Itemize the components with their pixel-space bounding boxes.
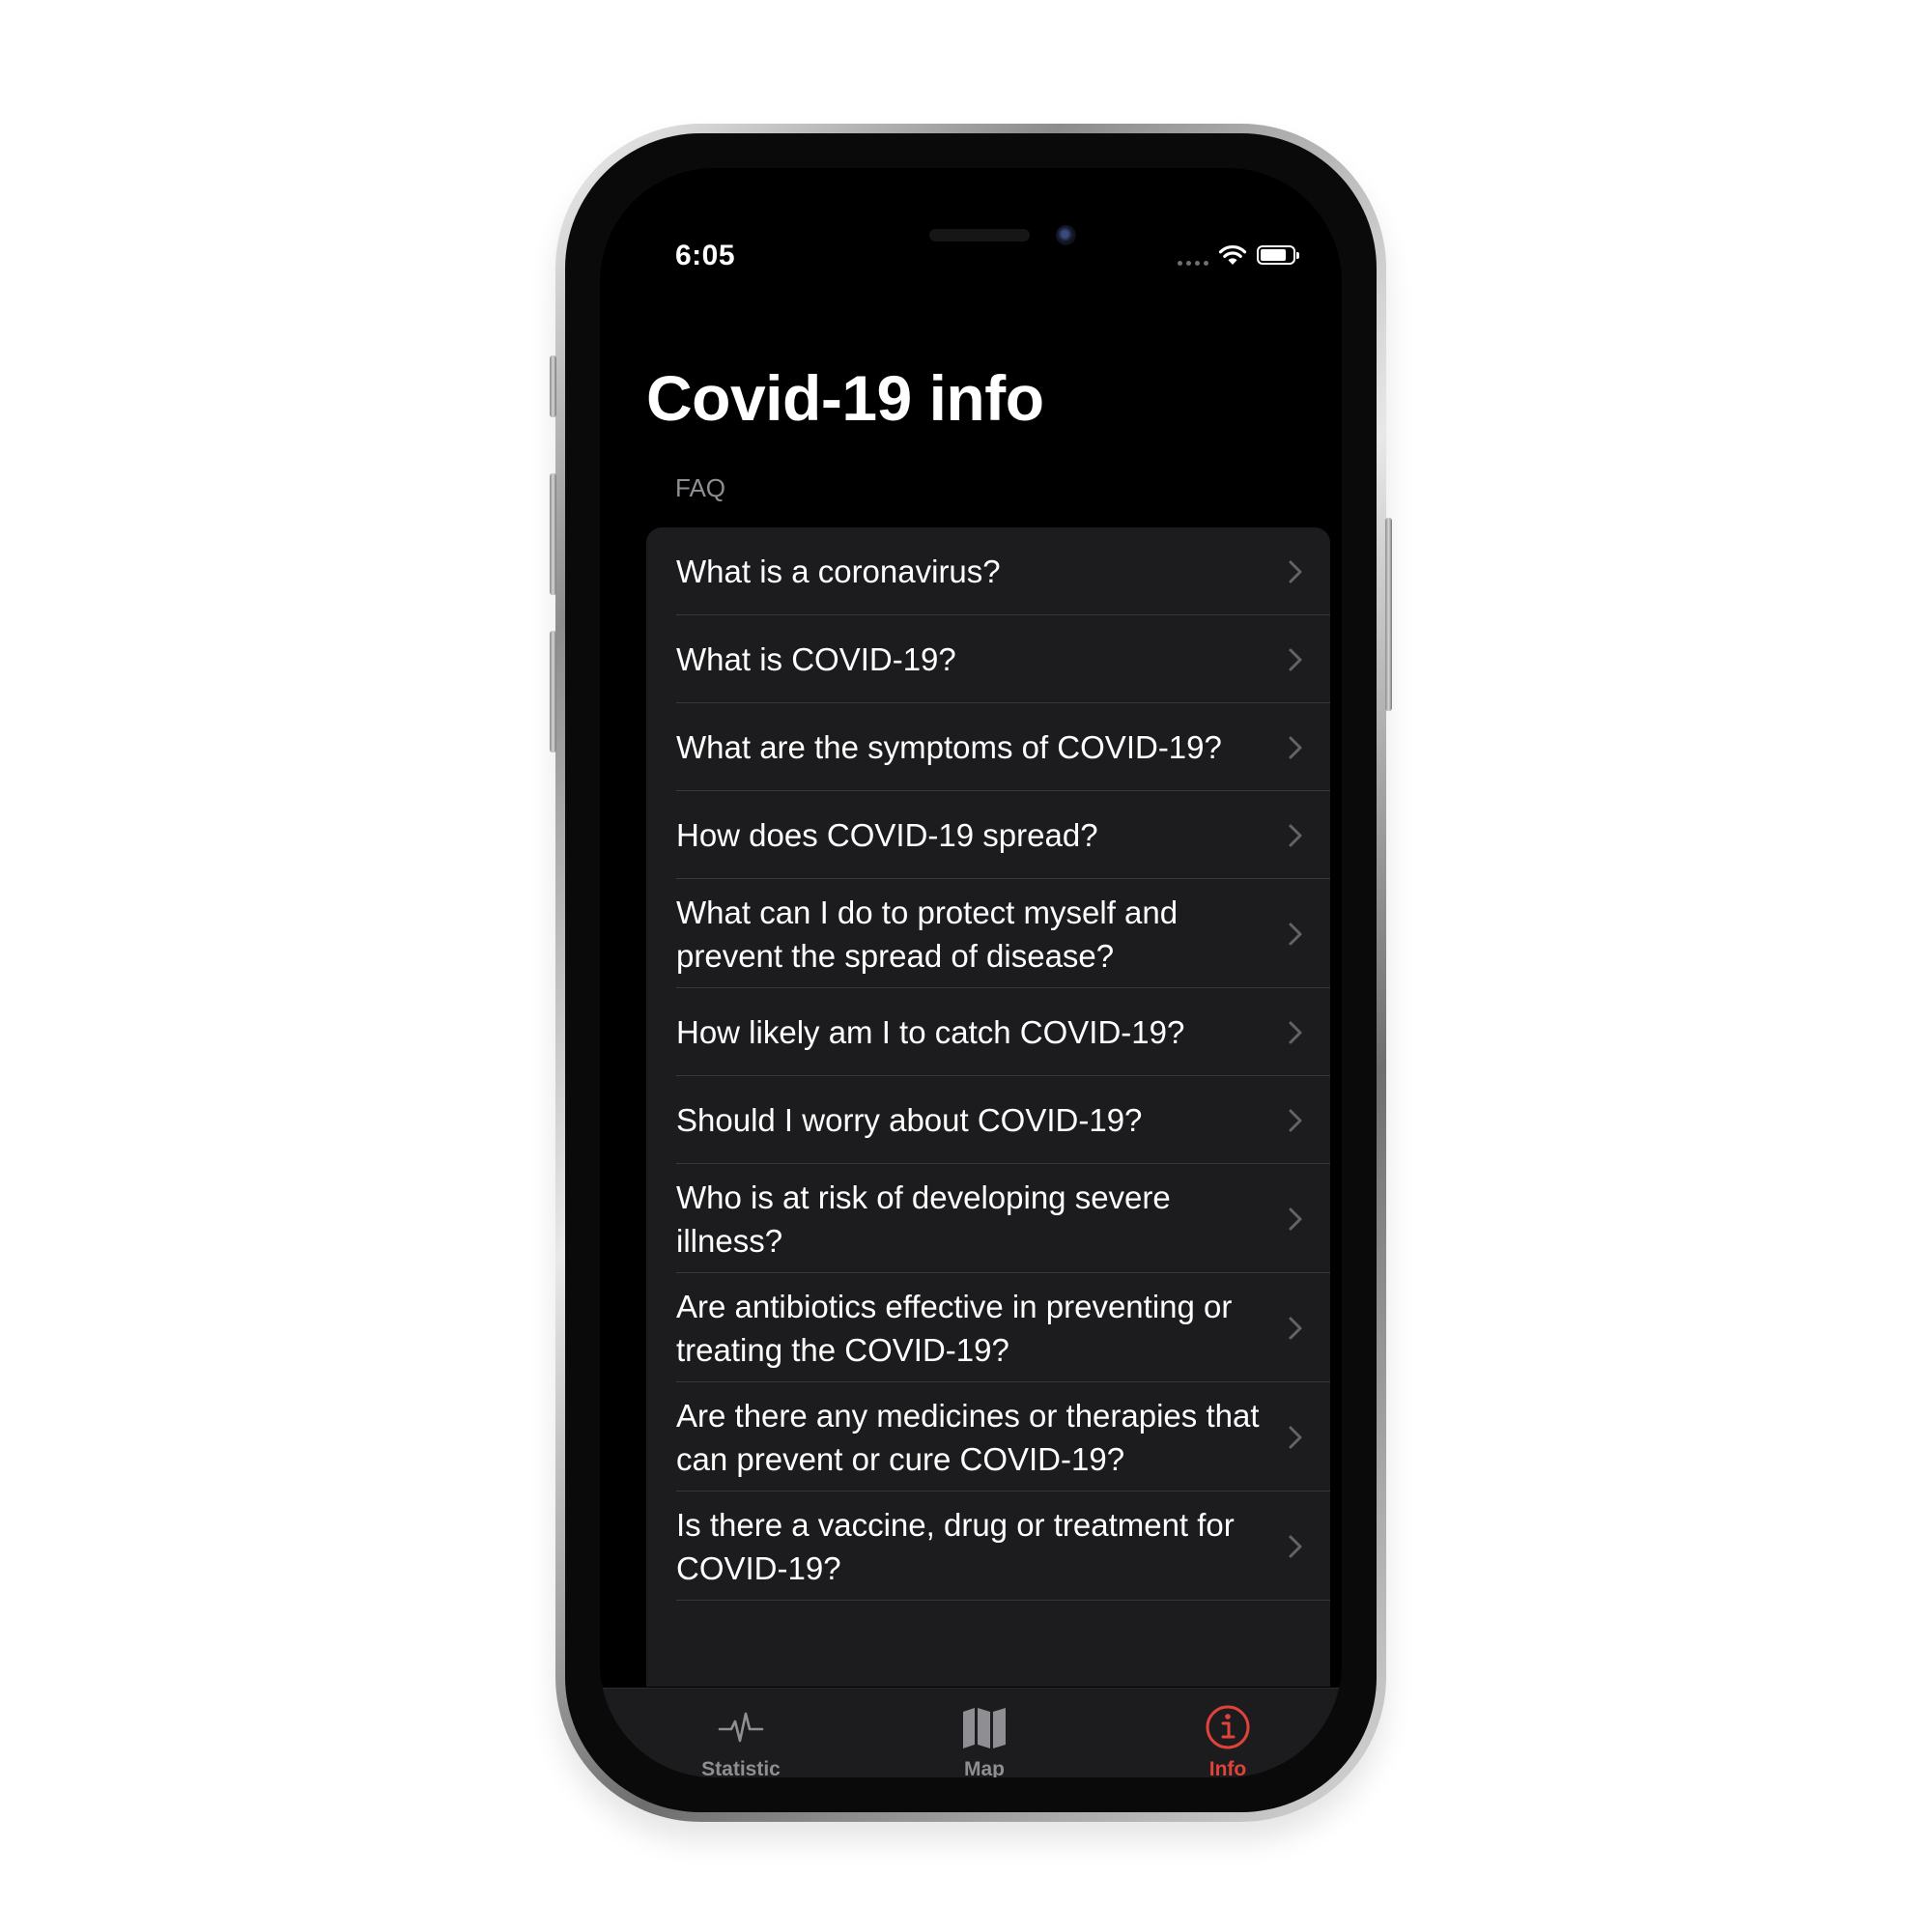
faq-section-header: FAQ [675, 473, 726, 502]
faq-item-label: What are the symptoms of COVID-19? [676, 729, 1222, 765]
faq-item-label: Who is at risk of developing severe illn… [676, 1179, 1171, 1259]
chevron-right-icon [1289, 736, 1302, 758]
chevron-right-icon [1289, 560, 1302, 582]
faq-item[interactable]: What is a coronavirus? [646, 527, 1330, 615]
front-camera [1056, 225, 1076, 245]
chevron-right-icon [1289, 1208, 1302, 1230]
faq-item[interactable]: Are there any medicines or therapies tha… [646, 1382, 1330, 1492]
chevron-right-icon [1289, 1317, 1302, 1339]
faq-item[interactable]: How likely am I to catch COVID-19? [646, 988, 1330, 1076]
chevron-right-icon [1289, 923, 1302, 945]
screen: 6:05 Covid-19 info FAQ What is a coronav… [600, 168, 1342, 1777]
battery-icon [1257, 245, 1299, 265]
faq-item-label: What is a coronavirus? [676, 554, 1001, 589]
faq-item-label: Are antibiotics effective in preventing … [676, 1288, 1233, 1368]
tab-label: Statistic [701, 1758, 781, 1777]
chevron-right-icon [1289, 648, 1302, 670]
faq-item[interactable]: What are the symptoms of COVID-19? [646, 703, 1330, 791]
faq-list: What is a coronavirus? What is COVID-19?… [646, 527, 1330, 1687]
faq-item-label: How likely am I to catch COVID-19? [676, 1014, 1185, 1050]
chevron-right-icon [1289, 1021, 1302, 1043]
faq-item[interactable]: How does COVID-19 spread? [646, 791, 1330, 879]
tab-label: Map [964, 1758, 1005, 1777]
tab-bar: Statistic Map Info [600, 1688, 1342, 1777]
status-icons [1178, 243, 1299, 267]
earpiece-speaker [929, 229, 1030, 242]
faq-item[interactable]: Should I worry about COVID-19? [646, 1076, 1330, 1164]
silent-switch [550, 355, 556, 417]
faq-item[interactable]: What is COVID-19? [646, 615, 1330, 703]
stage: 6:05 Covid-19 info FAQ What is a coronav… [0, 0, 1932, 1932]
chevron-right-icon [1289, 1535, 1302, 1557]
faq-item[interactable]: Who is at risk of developing severe illn… [646, 1164, 1330, 1273]
faq-item-label: How does COVID-19 spread? [676, 817, 1098, 853]
tab-statistic[interactable]: Statistic [664, 1702, 818, 1777]
wifi-icon [1218, 244, 1247, 265]
status-time: 6:05 [675, 240, 736, 271]
faq-item[interactable]: Is there a vaccine, drug or treatment fo… [646, 1492, 1330, 1601]
chevron-right-icon [1289, 1109, 1302, 1131]
phone-frame: 6:05 Covid-19 info FAQ What is a coronav… [550, 124, 1392, 1822]
tab-label: Info [1208, 1758, 1247, 1777]
faq-item-label: Is there a vaccine, drug or treatment fo… [676, 1506, 1235, 1586]
phone-bezel: 6:05 Covid-19 info FAQ What is a coronav… [565, 133, 1377, 1812]
battery-fill [1261, 249, 1286, 261]
power-button [1385, 518, 1392, 711]
tab-map[interactable]: Map [907, 1702, 1062, 1777]
faq-item[interactable]: What can I do to protect myself and prev… [646, 879, 1330, 988]
faq-item-label: What is COVID-19? [676, 641, 956, 677]
faq-item[interactable]: Are antibiotics effective in preventing … [646, 1273, 1330, 1382]
info-circle-icon [1206, 1705, 1250, 1749]
page-title: Covid-19 info [646, 362, 1044, 434]
cellular-signal-icon [1178, 244, 1208, 266]
chevron-right-icon [1289, 824, 1302, 846]
tab-info[interactable]: Info [1151, 1702, 1305, 1777]
faq-item-label: Are there any medicines or therapies tha… [676, 1397, 1260, 1477]
faq-item-label: What can I do to protect myself and prev… [676, 894, 1179, 974]
map-icon [963, 1708, 1006, 1748]
volume-down-button [550, 631, 556, 753]
chevron-right-icon [1289, 1426, 1302, 1448]
waveform-icon [718, 1712, 764, 1743]
faq-item-label: Should I worry about COVID-19? [676, 1102, 1143, 1138]
volume-up-button [550, 473, 556, 595]
